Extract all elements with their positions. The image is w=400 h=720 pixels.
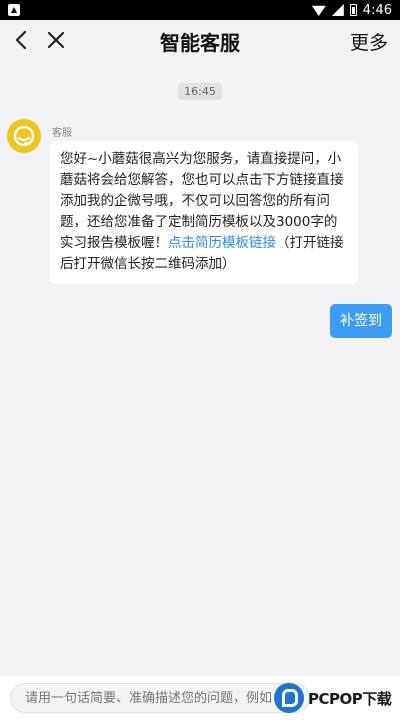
status-bar: 4:46	[0, 0, 400, 20]
watermark-text: PCPOP下载	[308, 689, 392, 708]
agent-name: 客服	[52, 128, 72, 139]
user-message-bubble: 补签到	[330, 304, 392, 338]
message-timestamp: 16:45	[178, 83, 222, 100]
pcpop-logo-icon	[274, 683, 304, 713]
nav-bar: 智能客服 更多	[0, 20, 400, 60]
pcpop-watermark: PCPOP下载	[274, 679, 392, 717]
signal-icon	[331, 4, 344, 16]
notification-icon	[8, 4, 20, 16]
status-time: 4:46	[362, 2, 392, 18]
timestamp-row: 16:45	[0, 80, 400, 100]
more-button[interactable]: 更多	[350, 28, 388, 55]
input-bar: PCPOP下载	[0, 676, 400, 720]
status-icons: 4:46	[311, 2, 392, 18]
message-input[interactable]	[10, 683, 310, 713]
agent-avatar	[7, 119, 41, 153]
wifi-icon	[311, 5, 326, 16]
resume-template-link[interactable]: 点击简历模板链接	[168, 235, 276, 251]
agent-message-bubble: 您好~小蘑菇很高兴为您服务，请直接提问，小蘑菇将会给您解答，您也可以点击下方链接…	[50, 141, 358, 284]
battery-icon	[349, 4, 357, 16]
page-title: 智能客服	[160, 31, 240, 55]
